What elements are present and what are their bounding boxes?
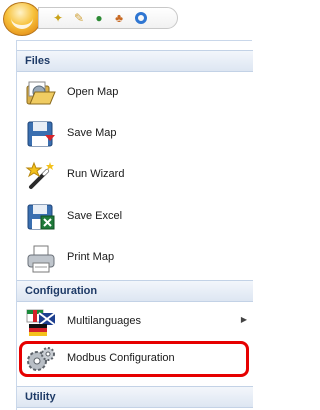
save-map-label: Save Map xyxy=(67,127,117,139)
open-map-label: Open Map xyxy=(67,86,119,98)
multilanguages-item[interactable]: Multilanguages ▶ xyxy=(17,303,253,343)
quick-access-toolbar: ✦ ✎ ● ♣ xyxy=(0,0,252,40)
application-menu: Files Open Map Save Map Run Wizard Save … xyxy=(16,40,253,410)
highlight-box xyxy=(19,341,249,377)
user-icon[interactable]: ● xyxy=(92,11,106,25)
save-excel-icon xyxy=(27,204,55,230)
save-disk-icon xyxy=(27,121,55,147)
section-utility: Utility xyxy=(17,386,253,408)
printer-icon xyxy=(27,245,55,273)
orb-icon xyxy=(11,13,33,29)
quick-access-bar: ✦ ✎ ● ♣ xyxy=(38,7,178,29)
save-map-item[interactable]: Save Map xyxy=(17,115,253,155)
flags-icon xyxy=(26,309,56,336)
save-excel-label: Save Excel xyxy=(67,210,123,222)
submenu-arrow-icon: ▶ xyxy=(240,315,247,324)
open-map-item[interactable]: Open Map xyxy=(17,74,253,114)
open-folder-icon xyxy=(26,81,56,105)
wand-icon[interactable]: ✦ xyxy=(51,11,65,25)
section-files: Files xyxy=(17,50,253,72)
user-settings-icon[interactable]: ♣ xyxy=(112,11,126,25)
magic-wand-icon xyxy=(25,161,54,189)
run-wizard-label: Run Wizard xyxy=(67,168,125,180)
print-map-label: Print Map xyxy=(67,251,115,263)
refresh-icon[interactable] xyxy=(135,12,147,24)
run-wizard-item[interactable]: Run Wizard xyxy=(17,156,253,196)
tools-icon[interactable]: ✎ xyxy=(72,11,86,25)
save-excel-item[interactable]: Save Excel xyxy=(17,198,253,238)
print-map-item[interactable]: Print Map xyxy=(17,239,253,279)
multilanguages-label: Multilanguages xyxy=(67,315,141,327)
section-configuration: Configuration xyxy=(17,280,253,302)
application-menu-button[interactable] xyxy=(3,2,41,36)
